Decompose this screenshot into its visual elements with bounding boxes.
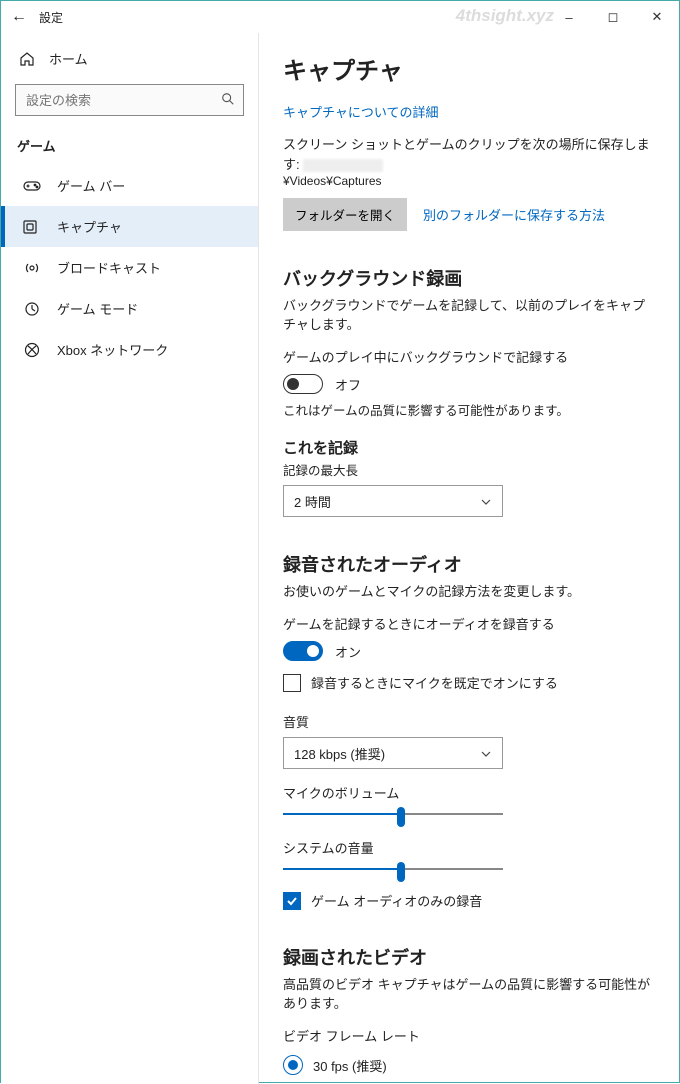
sidebar-item-gamebar[interactable]: ゲーム バー xyxy=(1,165,258,206)
game-audio-only-checkbox[interactable] xyxy=(283,892,301,910)
sidebar-item-label: ゲーム モード xyxy=(57,299,138,318)
sys-volume-slider[interactable] xyxy=(283,859,503,879)
save-path: ¥Videos¥Captures xyxy=(283,174,655,188)
mic-volume-slider[interactable] xyxy=(283,804,503,824)
audio-record-toggle[interactable] xyxy=(283,641,323,661)
capture-icon xyxy=(23,220,41,234)
bg-toggle-state: オフ xyxy=(335,375,361,394)
bg-note: これはゲームの品質に影響する可能性があります。 xyxy=(283,400,655,419)
sidebar-item-label: ブロードキャスト xyxy=(57,258,161,277)
mic-volume-label: マイクのボリューム xyxy=(283,783,655,802)
audio-quality-value: 128 kbps (推奨) xyxy=(294,744,385,763)
xbox-icon xyxy=(23,342,41,358)
mic-default-label: 録音するときにマイクを既定でオンにする xyxy=(311,673,558,692)
fps-label: ビデオ フレーム レート xyxy=(283,1026,655,1045)
audio-quality-dropdown[interactable]: 128 kbps (推奨) xyxy=(283,737,503,769)
max-length-value: 2 時間 xyxy=(294,492,331,511)
mic-default-checkbox[interactable] xyxy=(283,674,301,692)
home-nav[interactable]: ホーム xyxy=(1,39,258,78)
titlebar: ← 設定 4thsight.xyz – ◻ ✕ xyxy=(1,1,679,33)
gamemode-icon xyxy=(23,301,41,317)
bg-title: バックグラウンド録画 xyxy=(283,265,655,291)
sidebar-item-gamemode[interactable]: ゲーム モード xyxy=(1,288,258,329)
sidebar-item-xbox[interactable]: Xbox ネットワーク xyxy=(1,329,258,370)
bg-record-toggle[interactable] xyxy=(283,374,323,394)
close-button[interactable]: ✕ xyxy=(635,1,679,33)
game-audio-only-label: ゲーム オーディオのみの録音 xyxy=(311,891,482,910)
sidebar-item-label: Xbox ネットワーク xyxy=(57,340,168,359)
page-title: キャプチャ xyxy=(283,51,655,86)
chevron-down-icon xyxy=(480,494,492,509)
watermark: 4thsight.xyz xyxy=(456,6,554,26)
sidebar-item-label: ゲーム バー xyxy=(57,176,125,195)
video-desc: 高品質のビデオ キャプチャはゲームの品質に影響する可能性があります。 xyxy=(283,974,655,1012)
hidden-user xyxy=(303,159,383,172)
window-title: 設定 xyxy=(39,9,63,26)
search-input[interactable] xyxy=(24,92,204,109)
sidebar-item-capture[interactable]: キャプチャ xyxy=(1,206,258,247)
fps-30-label: 30 fps (推奨) xyxy=(313,1056,387,1075)
audio-toggle-label: ゲームを記録するときにオーディオを録音する xyxy=(283,614,655,633)
home-label: ホーム xyxy=(49,49,88,68)
open-folder-button[interactable]: フォルダーを開く xyxy=(283,198,407,231)
learn-more-link[interactable]: キャプチャについての詳細 xyxy=(283,102,655,121)
sidebar-item-label: キャプチャ xyxy=(57,217,122,236)
record-this-sub: 記録の最大長 xyxy=(283,460,655,479)
sidebar-item-broadcast[interactable]: ブロードキャスト xyxy=(1,247,258,288)
search-icon xyxy=(221,92,235,109)
record-this-title: これを記録 xyxy=(283,437,655,458)
chevron-down-icon xyxy=(480,746,492,761)
category-title: ゲーム xyxy=(1,126,258,165)
back-button[interactable]: ← xyxy=(11,8,27,26)
bg-desc: バックグラウンドでゲームを記録して、以前のプレイをキャプチャします。 xyxy=(283,295,655,333)
audio-toggle-state: オン xyxy=(335,642,361,661)
sidebar: ホーム ゲーム ゲーム バー キャプチャ xyxy=(1,33,259,1084)
fps-30-radio[interactable] xyxy=(283,1055,303,1075)
broadcast-icon xyxy=(23,260,41,276)
sys-volume-label: システムの音量 xyxy=(283,838,655,857)
audio-quality-label: 音質 xyxy=(283,712,655,731)
gamebar-icon xyxy=(23,179,41,193)
search-input-wrap[interactable] xyxy=(15,84,244,116)
bg-toggle-label: ゲームのプレイ中にバックグラウンドで記録する xyxy=(283,347,655,366)
save-location-desc: スクリーン ショットとゲームのクリップを次の場所に保存します: xyxy=(283,135,655,174)
maximize-button[interactable]: ◻ xyxy=(591,1,635,33)
home-icon xyxy=(19,51,35,67)
video-title: 録画されたビデオ xyxy=(283,944,655,970)
audio-desc: お使いのゲームとマイクの記録方法を変更します。 xyxy=(283,581,655,600)
other-folder-link[interactable]: 別のフォルダーに保存する方法 xyxy=(423,205,605,224)
audio-title: 録音されたオーディオ xyxy=(283,551,655,577)
max-length-dropdown[interactable]: 2 時間 xyxy=(283,485,503,517)
content: キャプチャ キャプチャについての詳細 スクリーン ショットとゲームのクリップを次… xyxy=(259,33,679,1084)
